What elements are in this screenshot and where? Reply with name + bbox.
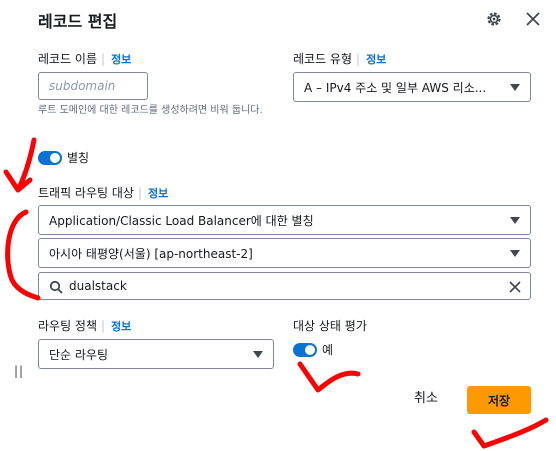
close-icon[interactable] bbox=[523, 9, 543, 29]
record-name-info-link[interactable]: 정보 bbox=[111, 53, 131, 66]
routing-policy-label-text: 라우팅 정책 bbox=[38, 319, 98, 333]
resize-handle[interactable]: || bbox=[14, 364, 24, 378]
record-name-label-text: 레코드 이름 bbox=[38, 52, 98, 66]
gear-icon[interactable] bbox=[485, 10, 503, 28]
annotation-check-health bbox=[297, 361, 361, 393]
traffic-target-label-text: 트래픽 라우팅 대상 bbox=[38, 186, 134, 200]
record-name-help: 루트 도메인에 대한 레코드를 생성하려면 비워 둡니다. bbox=[38, 105, 263, 116]
alias-toggle[interactable] bbox=[38, 151, 62, 165]
record-type-select[interactable]: A – IPv4 주소 및 일부 AWS 리소... bbox=[293, 72, 531, 102]
caret-down-icon bbox=[253, 350, 263, 358]
record-type-info-link[interactable]: 정보 bbox=[366, 53, 386, 66]
record-name-placeholder: subdomain bbox=[49, 79, 116, 93]
health-eval-toggle[interactable] bbox=[293, 343, 317, 357]
save-button[interactable]: 저장 bbox=[467, 386, 531, 414]
routing-policy-info-link[interactable]: 정보 bbox=[111, 320, 131, 333]
load-balancer-search-input[interactable]: dualstack bbox=[38, 272, 531, 300]
routing-policy-value: 단순 라우팅 bbox=[49, 347, 109, 362]
health-eval-label: 대상 상태 평가 bbox=[293, 319, 367, 333]
health-eval-toggle-label: 예 bbox=[322, 343, 334, 357]
record-type-label: 레코드 유형 | 정보 bbox=[293, 50, 386, 67]
routing-policy-select[interactable]: 단순 라우팅 bbox=[38, 339, 274, 369]
annotation-bracket bbox=[5, 209, 41, 301]
caret-down-icon bbox=[510, 216, 520, 224]
label-separator: | bbox=[137, 186, 142, 200]
traffic-target-info-link[interactable]: 정보 bbox=[148, 187, 168, 200]
region-select[interactable]: 아시아 태평양(서울) [ap-northeast-2] bbox=[38, 238, 531, 268]
annotation-check-save bbox=[471, 417, 549, 449]
search-icon bbox=[49, 280, 63, 294]
endpoint-select[interactable]: Application/Classic Load Balancer에 대한 별칭 bbox=[38, 205, 531, 235]
label-separator: | bbox=[101, 52, 106, 66]
endpoint-value: Application/Classic Load Balancer에 대한 별칭 bbox=[49, 213, 314, 228]
record-name-input[interactable]: subdomain bbox=[38, 72, 148, 100]
clear-icon[interactable] bbox=[508, 280, 522, 294]
label-separator: | bbox=[101, 319, 106, 333]
alias-label: 별칭 bbox=[67, 151, 90, 165]
caret-down-icon bbox=[510, 83, 520, 91]
record-name-label: 레코드 이름 | 정보 bbox=[38, 50, 131, 67]
label-separator: | bbox=[356, 52, 361, 66]
annotation-arrow-left bbox=[3, 137, 37, 193]
modal-title: 레코드 편집 bbox=[38, 12, 118, 31]
routing-policy-label: 라우팅 정책 | 정보 bbox=[38, 317, 131, 334]
record-type-value: A – IPv4 주소 및 일부 AWS 리소... bbox=[304, 80, 487, 95]
search-value: dualstack bbox=[69, 279, 127, 293]
record-type-label-text: 레코드 유형 bbox=[293, 52, 353, 66]
traffic-target-label: 트래픽 라우팅 대상 | 정보 bbox=[38, 184, 168, 201]
caret-down-icon bbox=[510, 249, 520, 257]
cancel-button[interactable]: 취소 bbox=[414, 387, 438, 406]
region-value: 아시아 태평양(서울) [ap-northeast-2] bbox=[49, 246, 253, 261]
